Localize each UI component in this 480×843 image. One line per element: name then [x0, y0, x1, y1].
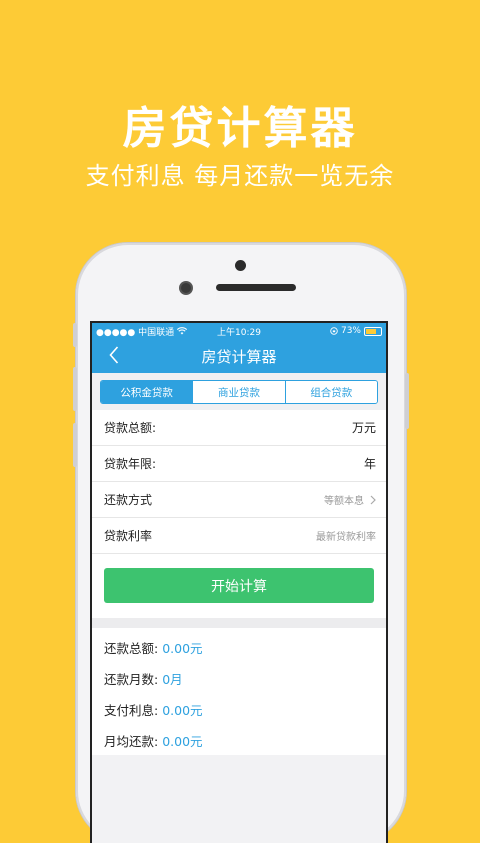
result-months-row: 还款月数: 0月 — [92, 663, 386, 694]
repay-method-row[interactable]: 还款方式 等额本息 — [92, 482, 386, 518]
result-total-value: 0.00元 — [162, 641, 203, 656]
tab-combined-loan[interactable]: 组合贷款 — [285, 381, 377, 403]
phone-mute-switch — [73, 323, 77, 347]
wifi-icon — [177, 327, 188, 335]
result-months-value: 0月 — [162, 672, 183, 687]
result-monthly-value: 0.00元 — [162, 734, 203, 749]
tab-commercial-loan[interactable]: 商业贷款 — [193, 381, 286, 403]
nav-title: 房贷计算器 — [201, 347, 277, 366]
status-carrier-group: ●●●●● 中国联通 — [96, 325, 188, 338]
result-monthly-label: 月均还款: — [104, 734, 159, 749]
loan-years-unit: 年 — [363, 457, 376, 471]
loan-rate-row[interactable]: 贷款利率 最新贷款利率 — [92, 518, 386, 554]
repay-method-label: 还款方式 — [104, 493, 153, 507]
loan-rate-label: 贷款利率 — [104, 529, 153, 543]
chevron-right-icon — [370, 495, 376, 504]
app-screen: ●●●●● 中国联通 上午10:29 73% 房贷计算器 公积金贷款 商业贷款 … — [92, 323, 386, 843]
result-interest-row: 支付利息: 0.00元 — [92, 694, 386, 725]
loan-type-tabs-container: 公积金贷款 商业贷款 组合贷款 — [92, 373, 386, 410]
back-button[interactable] — [102, 343, 126, 369]
loan-amount-row[interactable]: 贷款总额: 万元 — [92, 410, 386, 446]
battery-percent: 73% — [340, 326, 361, 336]
results-panel: 还款总额: 0.00元 还款月数: 0月 支付利息: 0.00元 月均还款: 0… — [92, 628, 386, 756]
repay-method-value: 等额本息 — [324, 496, 364, 507]
results-footer-area — [92, 755, 386, 843]
nav-bar: 房贷计算器 — [92, 339, 386, 373]
orientation-lock-icon — [330, 327, 338, 335]
phone-volume-up — [73, 367, 77, 411]
calculate-button[interactable]: 开始计算 — [104, 568, 374, 603]
phone-top-camera — [235, 260, 246, 271]
tab-provident-fund-loan[interactable]: 公积金贷款 — [101, 381, 194, 403]
promo-subtitle: 支付利息 每月还款一览无余 — [85, 162, 395, 190]
result-months-label: 还款月数: — [104, 672, 159, 687]
loan-years-row[interactable]: 贷款年限: 年 — [92, 446, 386, 482]
calculate-container: 开始计算 — [92, 554, 386, 618]
battery-icon — [364, 326, 382, 336]
loan-rate-value: 最新贷款利率 — [316, 532, 376, 543]
carrier-label: ●●●●● 中国联通 — [96, 327, 175, 338]
phone-mockup: ●●●●● 中国联通 上午10:29 73% 房贷计算器 公积金贷款 商业贷款 … — [73, 243, 409, 843]
loan-amount-unit: 万元 — [351, 421, 376, 435]
promo-title: 房贷计算器 — [122, 103, 358, 154]
status-bar: ●●●●● 中国联通 上午10:29 73% — [92, 323, 386, 339]
phone-volume-down — [73, 423, 77, 467]
loan-type-tabs: 公积金贷款 商业贷款 组合贷款 — [100, 380, 378, 404]
result-total-row: 还款总额: 0.00元 — [92, 632, 386, 663]
loan-amount-label: 贷款总额: — [104, 421, 157, 435]
chevron-left-icon — [109, 346, 119, 364]
phone-speaker — [216, 284, 296, 291]
section-divider — [92, 618, 386, 628]
loan-years-label: 贷款年限: — [104, 457, 157, 471]
phone-front-camera — [181, 283, 191, 293]
result-interest-label: 支付利息: — [104, 703, 159, 718]
status-right-group: 73% — [330, 326, 382, 336]
repay-method-value-group: 等额本息 — [324, 492, 376, 507]
phone-power-button — [405, 373, 409, 429]
result-total-label: 还款总额: — [104, 641, 159, 656]
result-monthly-row: 月均还款: 0.00元 — [92, 725, 386, 756]
result-interest-value: 0.00元 — [162, 703, 203, 718]
